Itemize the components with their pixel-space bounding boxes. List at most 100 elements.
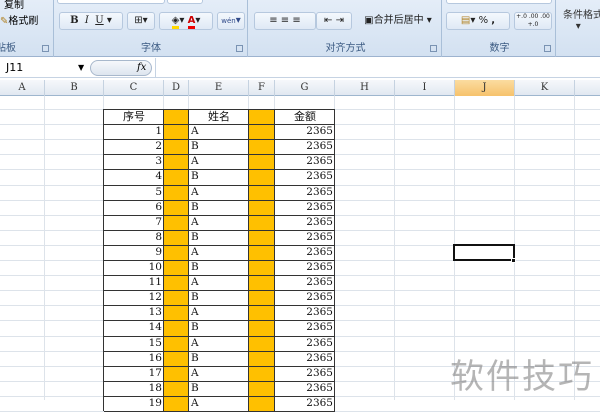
amount-cell[interactable]: 2365 [275,305,333,320]
table-header-amount[interactable]: 金额 [275,109,335,124]
column-header-J[interactable]: J [455,80,515,96]
dialog-launcher-icon[interactable] [544,45,551,52]
seq-cell[interactable]: 1 [104,124,162,139]
insert-function-button[interactable]: fx [137,60,146,76]
amount-cell[interactable]: 2365 [275,245,333,260]
name-cell[interactable]: A [191,305,247,320]
name-cell[interactable]: B [191,169,247,184]
copy-button[interactable]: 复制 [4,0,24,11]
amount-cell[interactable]: 2365 [275,381,333,396]
name-cell[interactable]: B [191,381,247,396]
align-buttons[interactable]: ≡ ≡ ≡ [254,12,316,30]
seq-cell[interactable]: 4 [104,169,162,184]
name-cell[interactable]: A [191,366,247,381]
name-box[interactable]: J11 [0,60,88,76]
column-header-A[interactable]: A [0,80,45,96]
align-left-icon[interactable]: ≡ [269,15,277,26]
name-cell[interactable]: B [191,200,247,215]
seq-cell[interactable]: 17 [104,366,162,381]
column-header-K[interactable]: K [515,80,575,96]
font-name-select[interactable] [57,0,165,4]
column-header-G[interactable]: G [275,80,335,96]
italic-button[interactable]: I [85,15,89,26]
seq-cell[interactable]: 18 [104,381,162,396]
dialog-launcher-icon[interactable] [42,45,49,52]
seq-cell[interactable]: 7 [104,215,162,230]
amount-cell[interactable]: 2365 [275,320,333,335]
indent-buttons[interactable]: ⇤ ⇥ [316,12,352,30]
amount-cell[interactable]: 2365 [275,139,333,154]
name-cell[interactable]: A [191,124,247,139]
seq-cell[interactable]: 9 [104,245,162,260]
currency-icon[interactable]: ▤ [461,15,470,26]
border-button[interactable]: ⊞▾ [127,12,155,30]
name-cell[interactable]: A [191,275,247,290]
column-header-D[interactable]: D [164,80,189,96]
seq-cell[interactable]: 5 [104,185,162,200]
bold-button[interactable]: B [70,15,78,26]
amount-cell[interactable]: 2365 [275,154,333,169]
amount-cell[interactable]: 2365 [275,290,333,305]
seq-cell[interactable]: 15 [104,336,162,351]
amount-cell[interactable]: 2365 [275,336,333,351]
column-header-I[interactable]: I [395,80,455,96]
number-format-select[interactable] [446,0,552,4]
fill-color-icon[interactable]: ◈ [171,15,180,29]
seq-cell[interactable]: 19 [104,396,162,411]
dialog-launcher-icon[interactable] [236,45,243,52]
name-cell[interactable]: A [191,154,247,169]
seq-cell[interactable]: 3 [104,154,162,169]
column-header-F[interactable]: F [249,80,275,96]
amount-cell[interactable]: 2365 [275,396,333,411]
align-center-icon[interactable]: ≡ [281,15,289,26]
name-cell[interactable]: A [191,336,247,351]
seq-cell[interactable]: 12 [104,290,162,305]
name-cell[interactable]: B [191,230,247,245]
seq-cell[interactable]: 11 [104,275,162,290]
seq-cell[interactable]: 6 [104,200,162,215]
dialog-launcher-icon[interactable] [430,45,437,52]
amount-cell[interactable]: 2365 [275,169,333,184]
name-cell[interactable]: A [191,245,247,260]
name-cell[interactable]: A [191,215,247,230]
name-cell[interactable]: B [191,260,247,275]
amount-cell[interactable]: 2365 [275,185,333,200]
name-cell[interactable]: B [191,139,247,154]
column-header-H[interactable]: H [335,80,395,96]
amount-cell[interactable]: 2365 [275,351,333,366]
conditional-format-button[interactable]: 条件格式 ▾ [563,6,600,32]
amount-cell[interactable]: 2365 [275,200,333,215]
column-header-C[interactable]: C [104,80,164,96]
seq-cell[interactable]: 13 [104,305,162,320]
table-header-seq[interactable]: 序号 [104,109,164,124]
name-box-dropdown-icon[interactable]: ▼ [78,60,84,76]
phonetic-button[interactable]: wén▾ [217,12,245,30]
amount-cell[interactable]: 2365 [275,260,333,275]
seq-cell[interactable]: 2 [104,139,162,154]
column-header-E[interactable]: E [189,80,249,96]
align-right-icon[interactable]: ≡ [292,15,300,26]
name-cell[interactable]: B [191,290,247,305]
name-cell[interactable]: A [191,185,247,200]
percent-button[interactable]: % [479,15,489,26]
amount-cell[interactable]: 2365 [275,275,333,290]
amount-cell[interactable]: 2365 [275,230,333,245]
seq-cell[interactable]: 14 [104,320,162,335]
table-header-name[interactable]: 姓名 [189,109,249,124]
name-cell[interactable]: B [191,351,247,366]
seq-cell[interactable]: 10 [104,260,162,275]
fill-handle[interactable] [511,257,516,263]
amount-cell[interactable]: 2365 [275,215,333,230]
decrease-indent-icon[interactable]: ⇤ [324,15,332,26]
format-painter-button[interactable]: ✎格式刷 [0,12,38,27]
amount-cell[interactable]: 2365 [275,366,333,381]
name-cell[interactable]: B [191,320,247,335]
comma-button[interactable]: , [491,15,495,26]
merge-center-button[interactable]: ▣合并后居中 ▾ [358,12,438,30]
font-size-select[interactable] [167,0,203,4]
amount-cell[interactable]: 2365 [275,124,333,139]
formula-input[interactable] [155,58,600,78]
increase-decimal-button[interactable]: +.0 .00 [516,13,538,20]
increase-indent-icon[interactable]: ⇥ [336,15,344,26]
seq-cell[interactable]: 16 [104,351,162,366]
